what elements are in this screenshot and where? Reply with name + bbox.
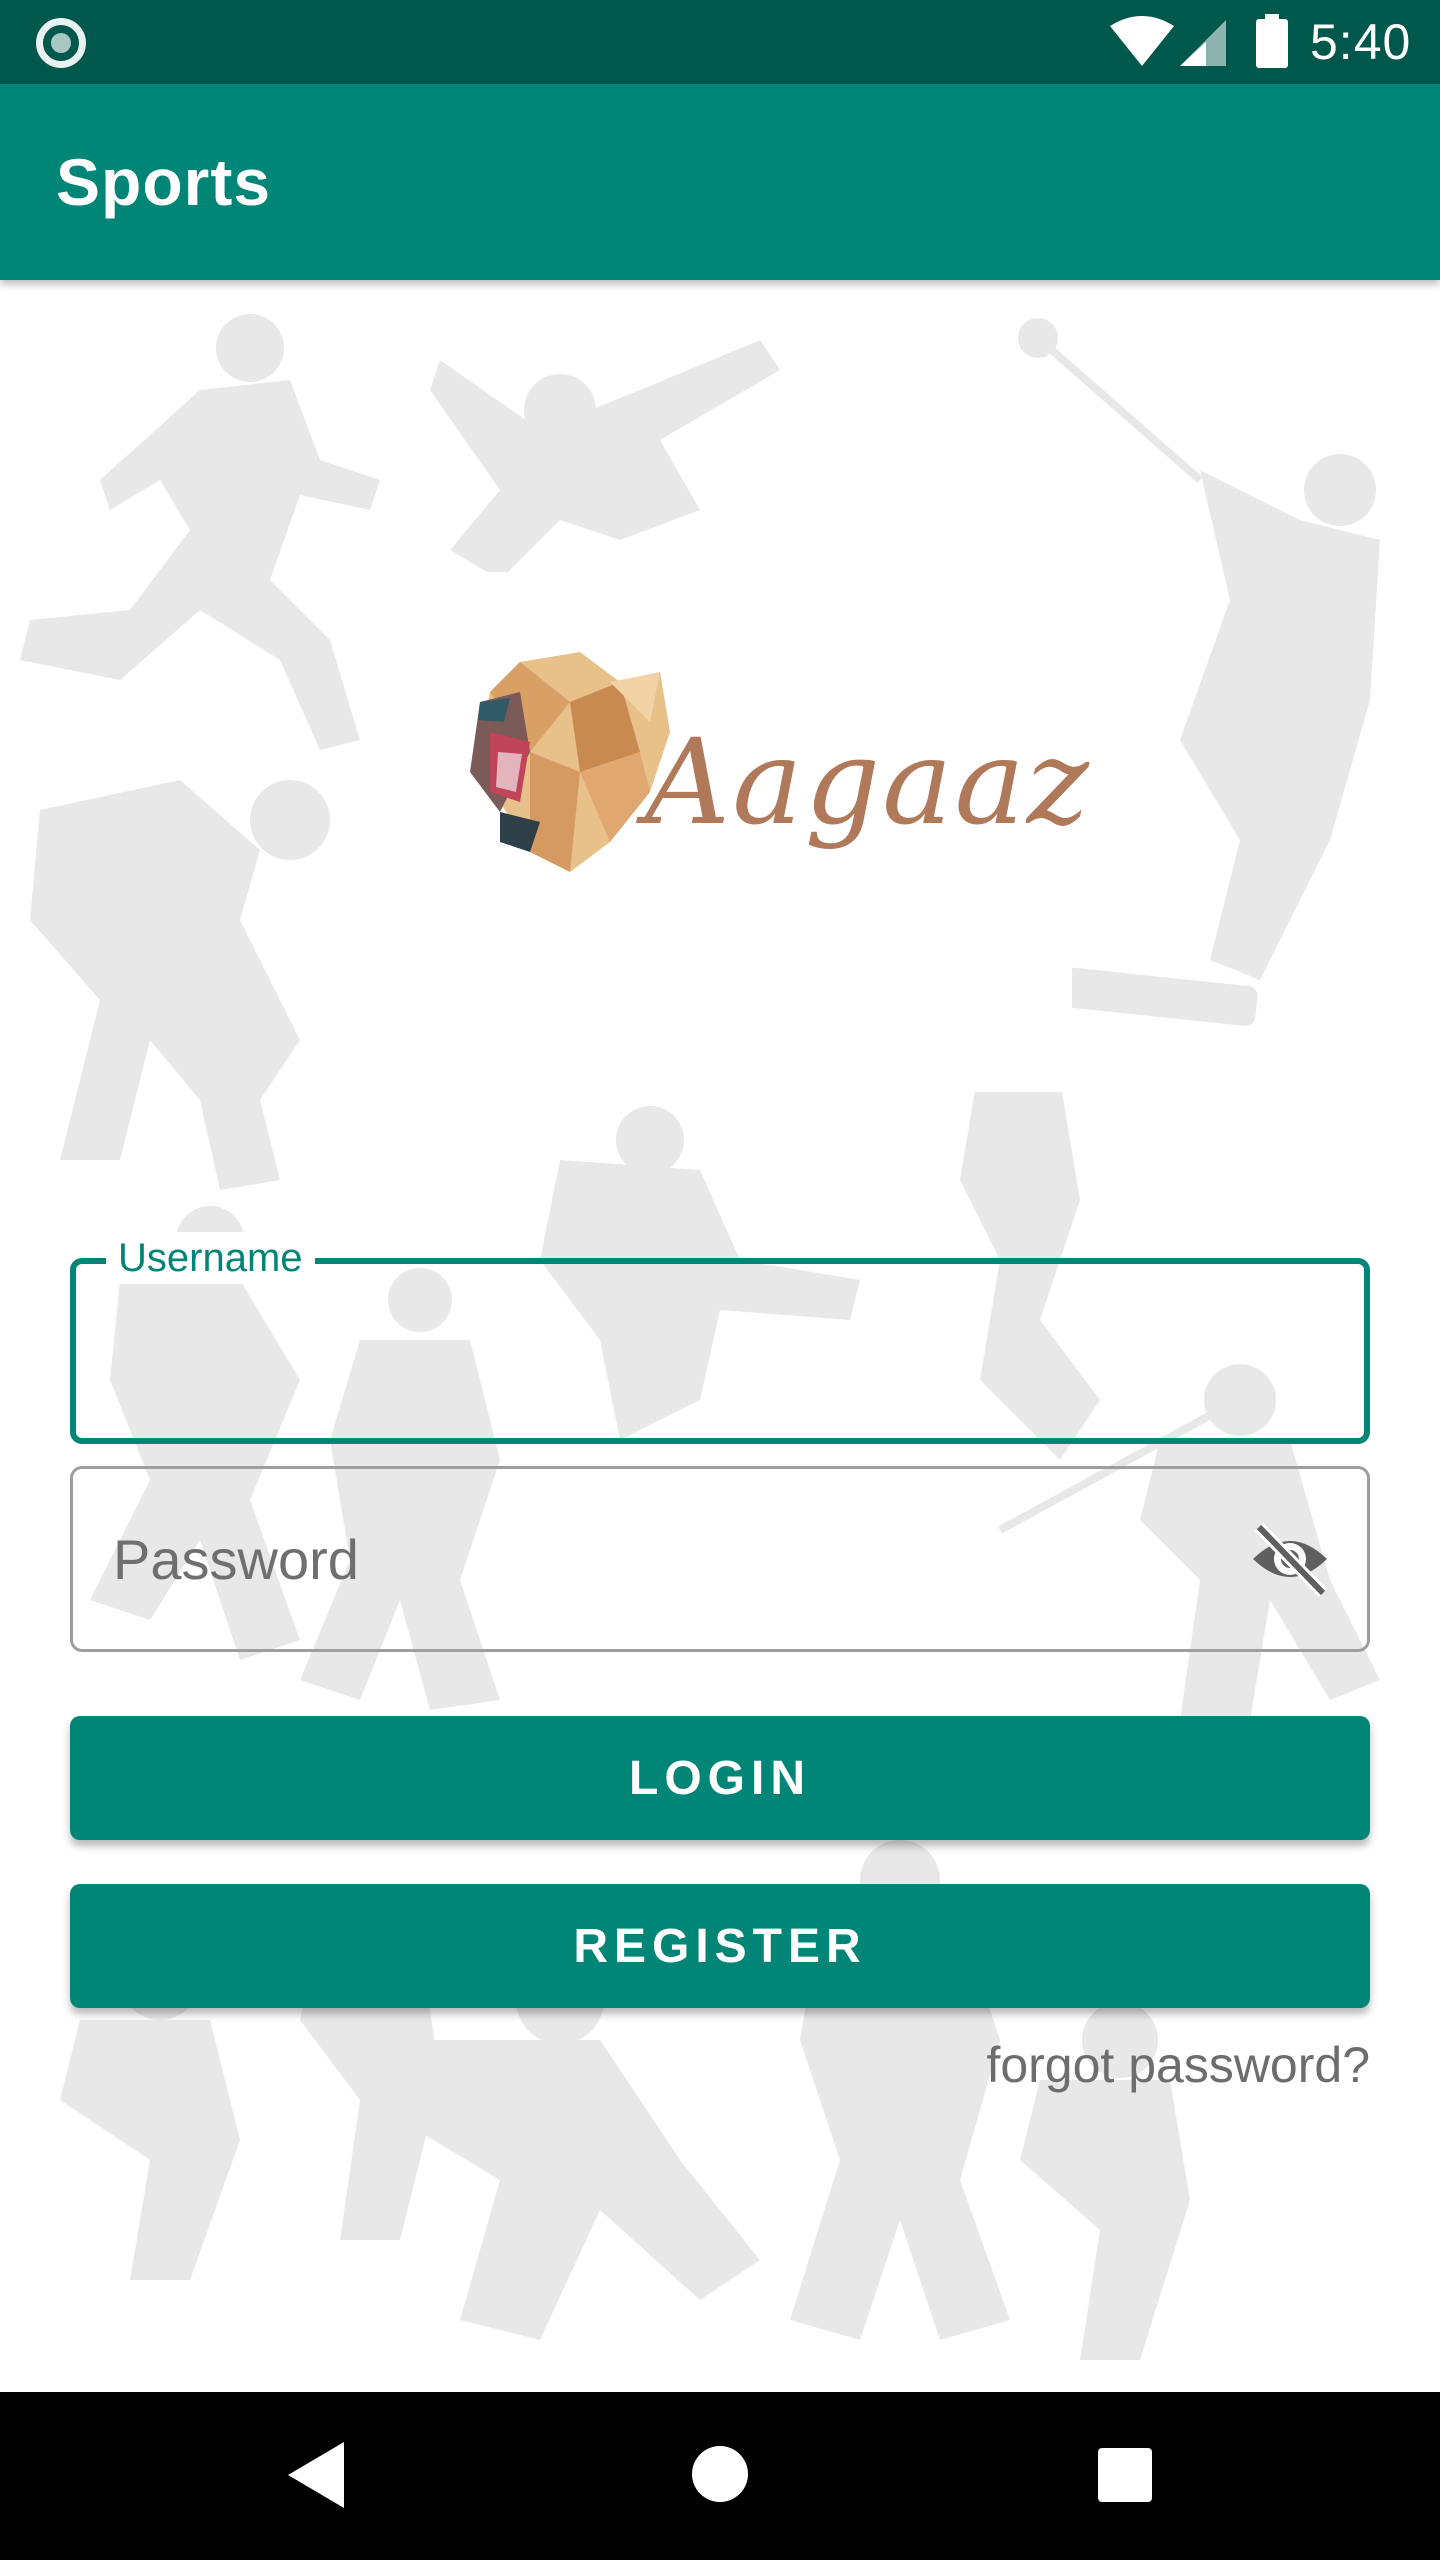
page-title: Sports [56, 145, 272, 219]
recent-apps-icon[interactable] [1098, 2448, 1152, 2502]
register-button[interactable]: REGISTER [70, 1884, 1370, 2008]
username-input[interactable] [116, 1304, 1236, 1404]
password-field[interactable] [70, 1466, 1370, 1652]
status-time: 5:40 [1310, 14, 1412, 70]
battery-icon [1256, 14, 1288, 68]
login-button[interactable]: LOGIN [70, 1716, 1370, 1840]
app-bar: Sports [0, 84, 1440, 280]
login-screen: 5:40 Sports Aagaaz Username LOGIN REGIST… [0, 0, 1440, 2560]
logo-text: Aagaaz [645, 713, 1091, 851]
content-area: Aagaaz Username LOGIN REGISTER forgot pa… [0, 280, 1440, 2392]
username-field[interactable]: Username [70, 1232, 1370, 1444]
forgot-password-link[interactable]: forgot password? [986, 2030, 1370, 2100]
app-logo: Aagaaz [360, 572, 1089, 1092]
circle-notification-icon [36, 18, 86, 68]
home-icon[interactable] [692, 2446, 748, 2502]
eye-off-icon[interactable] [1249, 1521, 1331, 1597]
navigation-bar [0, 2392, 1440, 2560]
username-label: Username [106, 1232, 315, 1284]
status-bar: 5:40 [0, 0, 1440, 84]
back-icon[interactable] [288, 2442, 344, 2508]
signal-icon [1180, 20, 1226, 66]
password-input[interactable] [113, 1509, 1233, 1609]
wifi-icon [1110, 16, 1174, 66]
